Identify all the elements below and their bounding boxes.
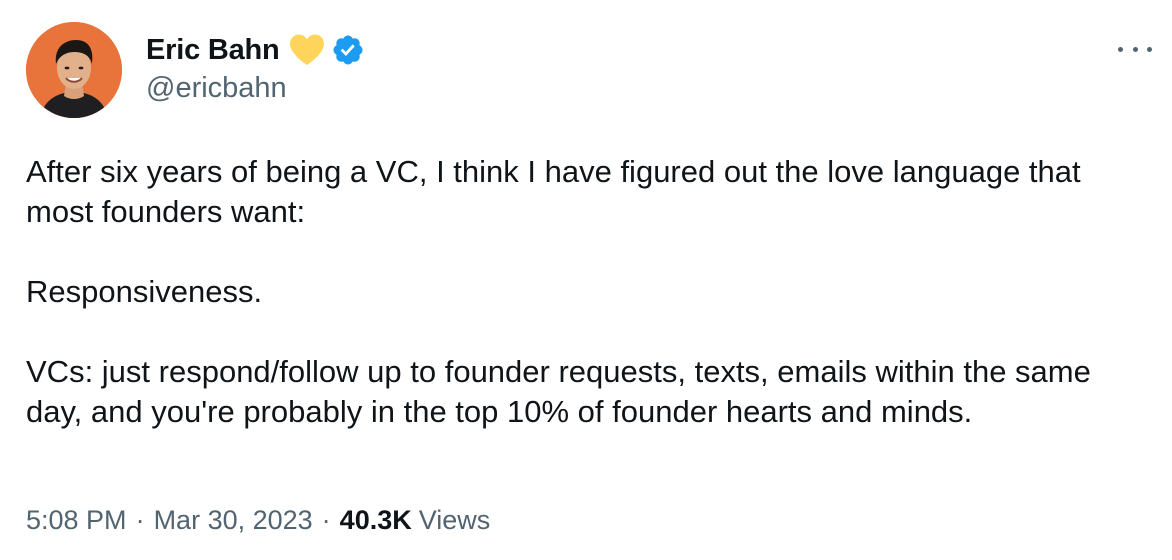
more-icon [1118, 46, 1123, 52]
tweet-paragraph: Responsiveness. [26, 274, 263, 309]
author-display-name[interactable]: Eric Bahn [146, 34, 280, 67]
more-icon-dot [1147, 46, 1152, 52]
tweet-paragraph: VCs: just respond/follow up to founder r… [26, 354, 1091, 429]
views-label[interactable]: Views [419, 505, 491, 536]
yellow-heart-icon [288, 33, 326, 67]
author-name-row: Eric Bahn [146, 30, 365, 70]
verified-icon[interactable] [331, 33, 365, 67]
avatar[interactable] [26, 22, 122, 118]
author-handle[interactable]: @ericbahn [146, 72, 287, 105]
tweet-meta: 5:08 PM · Mar 30, 2023 · 40.3K Views [26, 505, 490, 536]
more-icon-dot [1132, 46, 1138, 52]
tweet-text: After six years of being a VC, I think I… [26, 152, 1146, 432]
tweet-time[interactable]: 5:08 PM [26, 505, 127, 536]
tweet-paragraph: After six years of being a VC, I think I… [26, 154, 1081, 229]
views-count[interactable]: 40.3K [340, 505, 412, 536]
tweet-date[interactable]: Mar 30, 2023 [154, 505, 313, 536]
more-options-button[interactable] [1118, 36, 1152, 62]
meta-separator: · [321, 505, 331, 535]
tweet-card: Eric Bahn @ericbahn After six years of b… [0, 0, 1172, 560]
meta-separator: · [135, 505, 145, 535]
